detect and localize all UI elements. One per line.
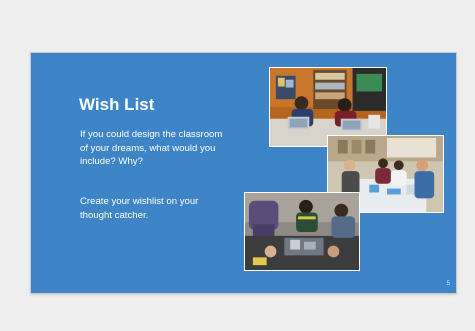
slide-body-instruction: Create your wishlist on your thought cat… [80,196,199,221]
slide-canvas[interactable]: Wish List If you could design the classr… [31,53,456,293]
slide-number: 5 [446,281,450,287]
classroom-photo-hands-on-building [244,192,360,271]
slide-title: Wish List [79,95,155,114]
slide-body-question: If you could design the classroom of you… [80,129,223,168]
presentation-viewport: Wish List If you could design the classr… [0,0,475,331]
